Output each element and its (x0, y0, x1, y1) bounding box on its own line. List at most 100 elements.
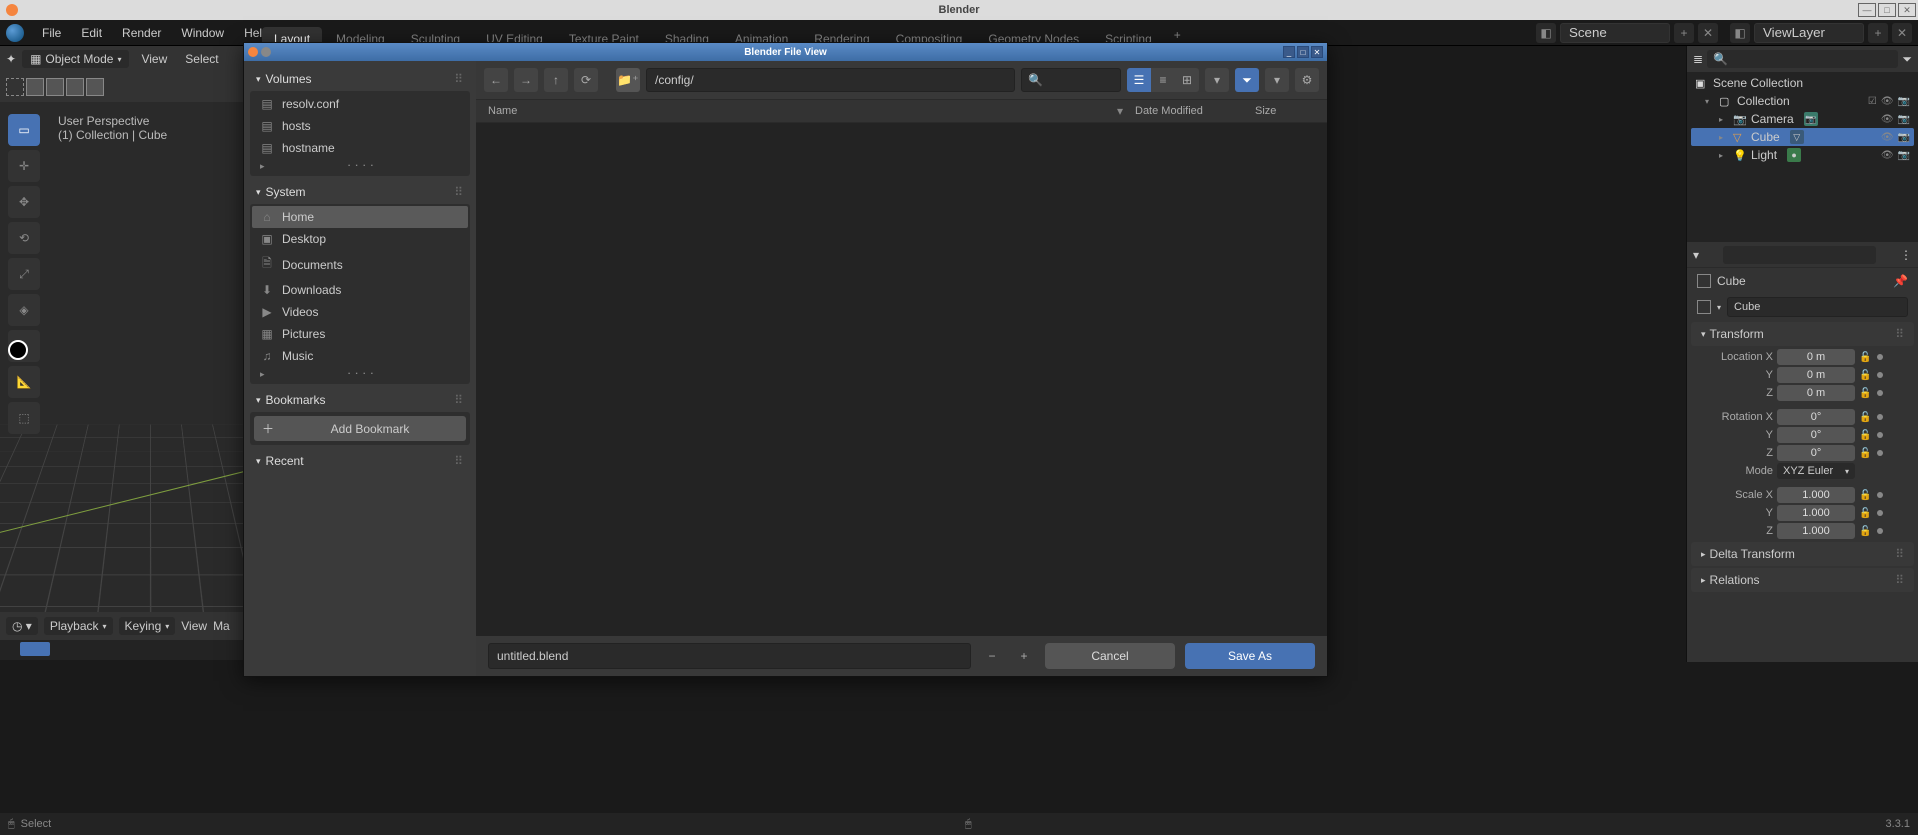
grip-icon[interactable]: ⠿ (1895, 573, 1904, 587)
grip-icon[interactable]: ⠿ (1895, 547, 1904, 561)
panel-header-volumes[interactable]: ▾ Volumes ⠿ (250, 67, 470, 91)
path-input[interactable] (646, 68, 1015, 92)
dialog-max-button[interactable]: □ (1297, 46, 1309, 58)
panel-header-bookmarks[interactable]: ▾ Bookmarks ⠿ (250, 388, 470, 412)
lock-icon[interactable]: 🔓 (1859, 508, 1873, 519)
scale-x-input[interactable]: 1.000 (1777, 487, 1855, 503)
scene-browse-icon[interactable]: ◧ (1536, 23, 1556, 43)
increment-button[interactable]: + (1013, 645, 1035, 667)
blender-logo-icon[interactable] (6, 24, 24, 42)
select-mode-extend[interactable] (26, 78, 44, 96)
subpanel-transform[interactable]: ▾ Transform ⠿ (1691, 322, 1914, 346)
camera-icon[interactable]: 📷 (1898, 114, 1910, 125)
nav-back-button[interactable]: ← (484, 68, 508, 92)
filter-dropdown[interactable]: ▾ (1265, 68, 1289, 92)
mesh-data-icon[interactable]: ▽ (1790, 130, 1804, 144)
outliner-filter-button[interactable]: ⏷ (1902, 52, 1912, 67)
keyframe-dot[interactable] (1877, 450, 1883, 456)
location-x-input[interactable]: 0 m (1777, 349, 1855, 365)
dialog-titlebar[interactable]: Blender File View _ □ ✕ (244, 43, 1327, 61)
properties-type-icon[interactable]: ▾ (1693, 248, 1699, 262)
window-close-dot[interactable] (6, 4, 18, 16)
light-data-icon[interactable]: ● (1787, 148, 1801, 162)
nav-forward-button[interactable]: → (514, 68, 538, 92)
keyframe-dot[interactable] (1877, 492, 1883, 498)
keyframe-dot[interactable] (1877, 510, 1883, 516)
grip-icon[interactable]: ⠿ (1895, 327, 1904, 341)
system-item-documents[interactable]: 🗎Documents (252, 250, 468, 279)
decrement-button[interactable]: − (981, 645, 1003, 667)
scale-y-input[interactable]: 1.000 (1777, 505, 1855, 521)
expand-icon[interactable]: ▸ (260, 369, 265, 380)
outliner-type-icon[interactable]: ≣ (1693, 52, 1703, 66)
3d-viewport[interactable]: User Perspective (1) Collection | Cube ▭… (0, 102, 243, 612)
sort-icon[interactable]: ▾ (1117, 104, 1123, 118)
viewport-menu-select[interactable]: Select (179, 52, 224, 66)
timeline-marker-menu[interactable]: Ma (213, 619, 230, 633)
keyframe-dot[interactable] (1877, 390, 1883, 396)
pin-icon[interactable]: 📌 (1893, 274, 1908, 288)
file-list[interactable] (476, 123, 1327, 636)
drag-icon[interactable]: ⠂⠂⠂⠂ (347, 161, 377, 172)
rotation-mode-dropdown[interactable]: XYZ Euler▾ (1777, 463, 1855, 479)
tool-select-box[interactable]: ▭ (8, 114, 40, 146)
viewlayer-delete-button[interactable]: ✕ (1892, 23, 1912, 43)
volume-item[interactable]: ▤resolv.conf (252, 93, 468, 115)
eye-icon[interactable]: 👁 (1881, 114, 1894, 125)
tool-move[interactable]: ✥ (8, 186, 40, 218)
column-size[interactable]: Size (1255, 105, 1315, 117)
system-item-videos[interactable]: ▶Videos (252, 301, 468, 323)
new-folder-button[interactable]: 📁⁺ (616, 68, 640, 92)
checkbox-icon[interactable]: ☑ (1868, 96, 1877, 107)
location-y-input[interactable]: 0 m (1777, 367, 1855, 383)
datablock-name-input[interactable] (1727, 297, 1908, 317)
window-minimize-button[interactable]: — (1858, 3, 1876, 17)
dialog-close-button[interactable]: ✕ (1311, 46, 1323, 58)
menu-render[interactable]: Render (112, 26, 171, 40)
settings-gear-button[interactable]: ⚙ (1295, 68, 1319, 92)
view-list-vertical-button[interactable]: ☰ (1127, 68, 1151, 92)
menu-file[interactable]: File (32, 26, 71, 40)
save-as-button[interactable]: Save As (1185, 643, 1315, 669)
search-box[interactable]: 🔍 (1021, 68, 1121, 92)
expand-icon[interactable]: ▸ (260, 161, 265, 172)
lock-icon[interactable]: 🔓 (1859, 388, 1873, 399)
expand-icon[interactable]: ▸ (1719, 115, 1729, 124)
chevron-down-icon[interactable]: ▾ (1717, 303, 1721, 312)
mode-dropdown[interactable]: ▦ Object Mode ▾ (22, 50, 129, 68)
eye-icon[interactable]: 👁 (1881, 132, 1894, 143)
timeline-view-menu[interactable]: View (181, 619, 207, 633)
column-date[interactable]: Date Modified (1135, 105, 1255, 117)
rotation-y-input[interactable]: 0° (1777, 427, 1855, 443)
editor-type-icon[interactable]: ✦ (6, 52, 16, 66)
system-item-music[interactable]: ♫Music (252, 345, 468, 367)
system-item-desktop[interactable]: ▣Desktop (252, 228, 468, 250)
view-thumbnail-button[interactable]: ⊞ (1175, 68, 1199, 92)
tool-transform[interactable]: ◈ (8, 294, 40, 326)
outliner-item-cube[interactable]: ▸ ▽ Cube ▽ 👁📷 (1691, 128, 1914, 146)
select-mode-intersect[interactable] (66, 78, 84, 96)
panel-header-system[interactable]: ▾ System ⠿ (250, 180, 470, 204)
viewlayer-new-button[interactable]: + (1868, 23, 1888, 43)
outliner-scene-collection[interactable]: ▣ Scene Collection (1691, 74, 1914, 92)
expand-icon[interactable]: ▸ (1719, 133, 1729, 142)
camera-icon[interactable]: 📷 (1898, 150, 1910, 161)
lock-icon[interactable]: 🔓 (1859, 412, 1873, 423)
menu-edit[interactable]: Edit (71, 26, 112, 40)
drag-icon[interactable]: ⠂⠂⠂⠂ (347, 369, 377, 380)
camera-data-icon[interactable]: 📷 (1804, 112, 1818, 126)
rotation-x-input[interactable]: 0° (1777, 409, 1855, 425)
grip-icon[interactable]: ⠿ (454, 72, 464, 86)
timeline-playback-menu[interactable]: Playback ▾ (44, 617, 113, 635)
scene-delete-button[interactable]: ✕ (1698, 23, 1718, 43)
camera-icon[interactable]: 📷 (1898, 96, 1910, 107)
outliner-item-camera[interactable]: ▸ 📷 Camera 📷 👁📷 (1691, 110, 1914, 128)
eye-icon[interactable]: 👁 (1881, 150, 1894, 161)
dialog-min-button[interactable]: _ (1283, 46, 1295, 58)
system-item-pictures[interactable]: ▦Pictures (252, 323, 468, 345)
lock-icon[interactable]: 🔓 (1859, 526, 1873, 537)
scene-name-input[interactable] (1560, 23, 1670, 43)
timeline-editor-type[interactable]: ◷ ▾ (6, 617, 38, 635)
system-item-downloads[interactable]: ⬇Downloads (252, 279, 468, 301)
outliner-collection[interactable]: ▾ ▢ Collection ☑👁📷 (1691, 92, 1914, 110)
